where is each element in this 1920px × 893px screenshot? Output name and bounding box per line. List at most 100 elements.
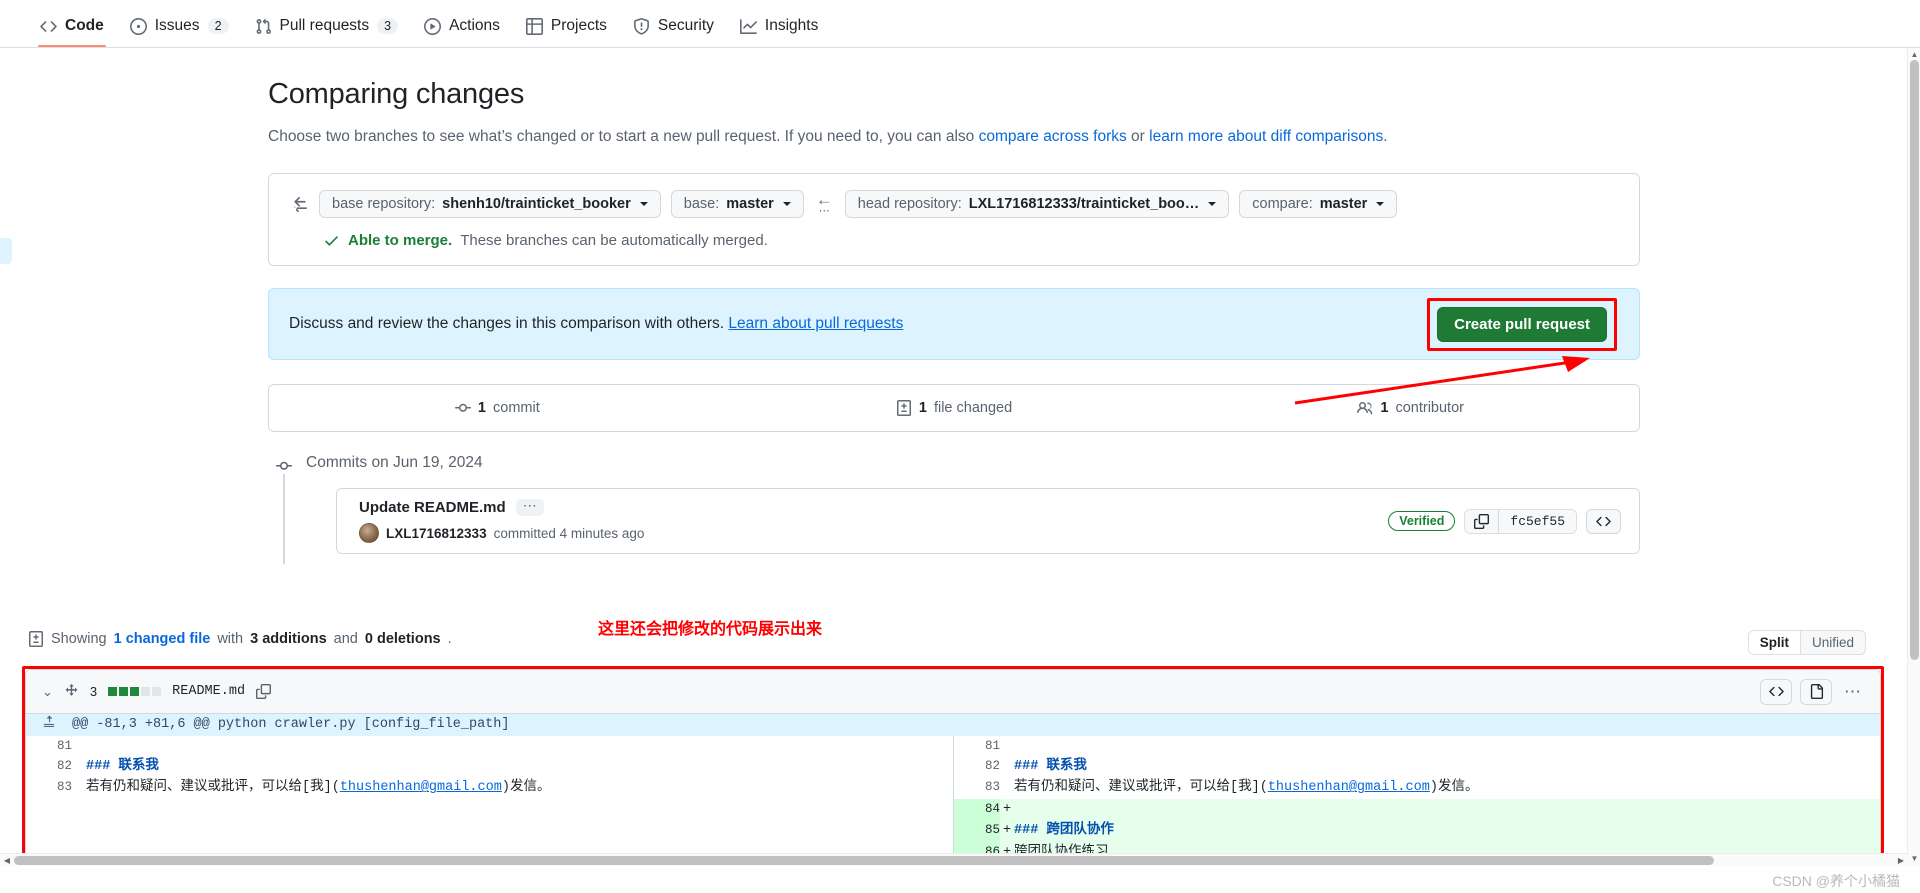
line-sign xyxy=(72,756,86,778)
line-code[interactable]: ### 联系我 xyxy=(1014,756,1880,778)
diff-hunk-text: @@ -81,3 +81,6 @@ python crawler.py [con… xyxy=(72,714,1880,736)
chevron-down-icon xyxy=(1208,202,1217,207)
table-row: 83 若有仍和疑问、建议或批评，可以给[我](thushenhan@gmail.… xyxy=(26,777,953,799)
line-code[interactable]: ### 联系我 xyxy=(86,756,953,778)
changed-file-link[interactable]: 1 changed file xyxy=(114,631,211,647)
email-link[interactable]: thushenhan@gmail.com xyxy=(1268,780,1430,795)
line-code xyxy=(86,820,953,842)
base-branch-select[interactable]: base: master xyxy=(670,190,804,219)
showing-and: and xyxy=(333,631,358,647)
arrow-switch-icon[interactable] xyxy=(291,195,309,213)
nav-item-insights[interactable]: Insights xyxy=(730,10,828,47)
line-code[interactable] xyxy=(1014,798,1880,821)
diff-right-table: 81 82 ### 联系我 83 若有仍和疑问、建议或批评，可以给[我](thu… xyxy=(954,735,1880,864)
view-file-code-icon[interactable] xyxy=(1760,678,1792,705)
nav-item-issues[interactable]: Issues 2 xyxy=(120,10,239,47)
nav-item-projects[interactable]: Projects xyxy=(516,10,617,47)
line-number: 81 xyxy=(26,735,72,756)
commit-meta: LXL1716812333 committed 4 minutes ago xyxy=(359,523,644,544)
vertical-scroll-thumb[interactable] xyxy=(1910,60,1919,660)
stat-files-changed[interactable]: 1 file changed xyxy=(726,400,1183,417)
nav-item-security[interactable]: Security xyxy=(623,10,724,47)
create-pull-request-button[interactable]: Create pull request xyxy=(1437,306,1607,342)
chevron-down-icon xyxy=(782,202,791,207)
nav-item-label: Projects xyxy=(550,17,607,34)
diff-change-count: 3 xyxy=(89,684,98,699)
commit-row: Update README.md ⋯ LXL1716812333 committ… xyxy=(336,488,1640,555)
comparison-stats: 1 commit 1 file changed 1 contributor xyxy=(268,384,1640,433)
diff-file-header: ⌄ 3 README.md ⋯ xyxy=(26,670,1880,714)
scroll-down-arrow[interactable]: ▼ xyxy=(1908,852,1920,866)
diff-left-table: 81 82 ### 联系我 83 若有仍和疑问、建议或批评，可以给[我](thu… xyxy=(26,735,953,864)
tab-unified[interactable]: Unified xyxy=(1800,631,1865,654)
check-icon xyxy=(323,232,340,249)
email-link[interactable]: thushenhan@gmail.com xyxy=(340,780,502,795)
compare-across-forks-link[interactable]: compare across forks xyxy=(979,128,1127,145)
vertical-scrollbar[interactable]: ▲ ▼ xyxy=(1907,48,1920,866)
scroll-left-arrow[interactable]: ◀ xyxy=(0,854,14,867)
scroll-right-arrow[interactable]: ▶ xyxy=(1894,854,1908,867)
table-row xyxy=(26,820,953,842)
view-file-icon[interactable] xyxy=(1800,678,1832,705)
shield-icon xyxy=(633,17,650,35)
nav-item-label: Security xyxy=(657,17,714,34)
additions-count: 3 additions xyxy=(250,631,327,647)
markdown-heading: ### 联系我 xyxy=(1014,758,1087,774)
commit-expand-button[interactable]: ⋯ xyxy=(515,498,544,517)
head-repository-select[interactable]: head repository: LXL1716812333/traintick… xyxy=(844,190,1230,219)
nav-item-pull-requests[interactable]: Pull requests 3 xyxy=(245,10,409,47)
copy-icon[interactable] xyxy=(1465,509,1500,533)
line-code[interactable] xyxy=(1014,736,1880,756)
base-repository-select[interactable]: base repository: shenh10/trainticket_boo… xyxy=(319,190,661,219)
git-pull-request-icon xyxy=(255,18,272,35)
callout-text: Discuss and review the changes in this c… xyxy=(289,315,903,333)
learn-about-pull-requests-link[interactable]: Learn about pull requests xyxy=(728,315,903,332)
horizontal-scroll-thumb[interactable] xyxy=(14,856,1714,865)
line-code[interactable]: 若有仍和疑问、建议或批评，可以给[我](thushenhan@gmail.com… xyxy=(86,777,953,799)
stat-contributors[interactable]: 1 contributor xyxy=(1182,400,1639,416)
commit-author[interactable]: LXL1716812333 xyxy=(386,526,487,541)
expand-hunk-button[interactable] xyxy=(26,714,72,736)
branch-selector-row: base repository: shenh10/trainticket_boo… xyxy=(269,174,1639,222)
nav-item-label: Pull requests xyxy=(279,17,370,34)
subtitle-text: Choose two branches to see what’s change… xyxy=(268,128,979,145)
nav-item-code[interactable]: Code xyxy=(30,10,114,47)
deletions-count: 0 deletions xyxy=(364,631,441,647)
branch-compare-box: base repository: shenh10/trainticket_boo… xyxy=(268,173,1640,267)
stat-commits[interactable]: 1 commit xyxy=(269,400,726,416)
annotation-text: 这里还会把修改的代码展示出来 xyxy=(598,621,823,638)
line-code[interactable] xyxy=(86,736,953,756)
tab-split[interactable]: Split xyxy=(1748,631,1801,654)
diff-filename[interactable]: README.md xyxy=(172,684,245,699)
verified-badge[interactable]: Verified xyxy=(1388,511,1456,532)
graph-icon xyxy=(739,18,757,35)
compare-branch-select[interactable]: compare: master xyxy=(1239,190,1398,219)
horizontal-scrollbar[interactable]: ◀ ▶ xyxy=(0,853,1908,866)
line-code[interactable]: 若有仍和疑问、建议或批评，可以给[我](thushenhan@gmail.com… xyxy=(1014,777,1880,799)
commits-date-heading: Commits on Jun 19, 2024 xyxy=(306,454,483,472)
line-number: 82 xyxy=(26,755,72,778)
chevron-down-icon[interactable]: ⌄ xyxy=(42,684,53,700)
table-row: 82 ### 联系我 xyxy=(26,755,953,778)
diff-block xyxy=(108,687,118,696)
nav-item-count: 3 xyxy=(377,18,399,34)
line-code[interactable]: ### 跨团队协作 xyxy=(1014,820,1880,842)
avatar xyxy=(359,523,379,544)
merge-status-text: These branches can be automatically merg… xyxy=(460,232,768,250)
nav-item-count: 2 xyxy=(207,18,229,34)
commit-sha[interactable]: fc5ef55 xyxy=(1499,509,1576,533)
table-row: 81 xyxy=(26,735,953,756)
commit-message[interactable]: Update README.md xyxy=(359,499,506,516)
move-icon[interactable] xyxy=(64,684,79,699)
line-text-a: 若有仍和疑问、建议或批评，可以给[我]( xyxy=(86,780,340,796)
diff-comparisons-link[interactable]: learn more about diff comparisons xyxy=(1149,128,1383,145)
browse-code-icon[interactable] xyxy=(1586,508,1621,534)
nav-item-actions[interactable]: Actions xyxy=(414,10,510,47)
copy-icon[interactable] xyxy=(256,684,272,699)
commit-title-row: Update README.md ⋯ xyxy=(359,498,644,517)
line-code xyxy=(86,798,953,821)
diff-options-menu[interactable]: ⋯ xyxy=(1840,682,1866,702)
stat-commits-count: 1 xyxy=(477,400,486,417)
compare-container: Comparing changes Choose two branches to… xyxy=(268,48,1640,565)
page-title: Comparing changes xyxy=(268,78,525,110)
